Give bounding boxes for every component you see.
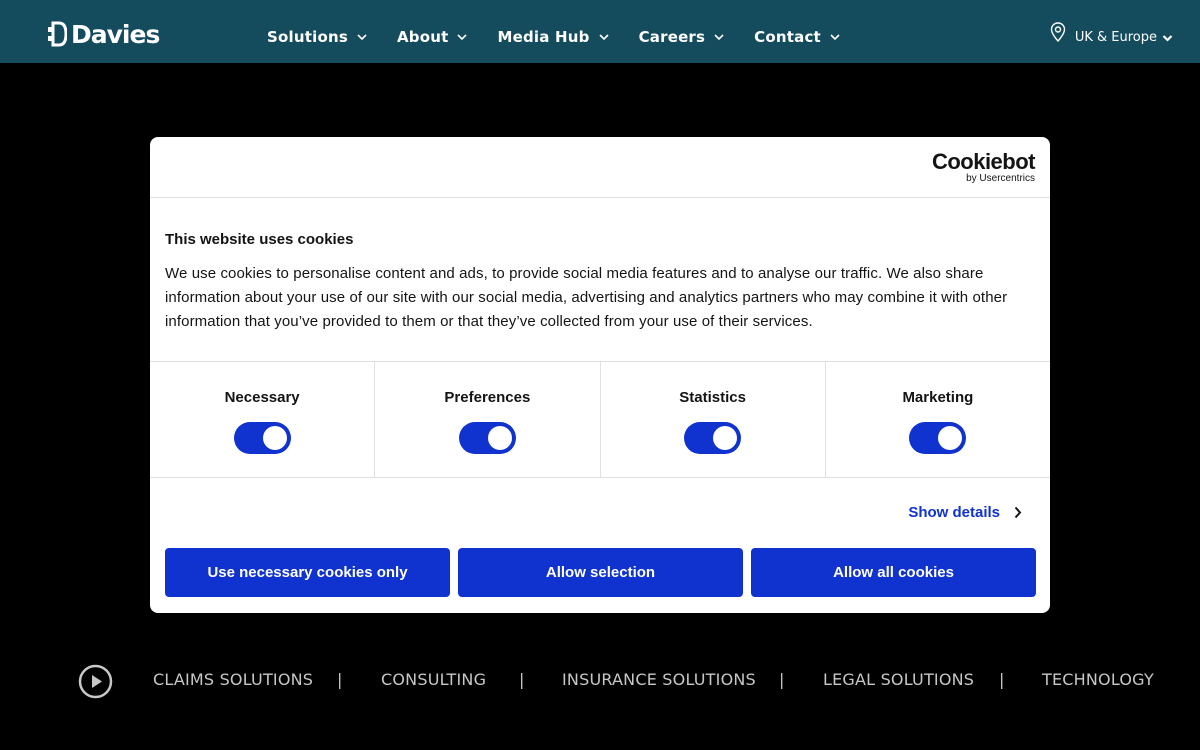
show-details-link[interactable]: Show details [908,504,1022,521]
solutions-strip: CLAIMS SOLUTIONS | CONSULTING | INSURANC… [0,660,1200,704]
switch-knob [713,426,738,450]
dialog-title: This website uses cookies [165,231,354,248]
toggle-label: Statistics [679,389,746,406]
necessary-switch[interactable] [233,422,291,454]
nav-label: Solutions [267,27,348,46]
show-details-label: Show details [908,504,1000,521]
switch-knob [487,426,512,450]
region-label: UK & Europe [1074,30,1157,45]
cookie-consent-dialog: Cookiebot by Usercentrics This website u… [150,137,1050,613]
dialog-buttons: Use necessary cookies only Allow selecti… [165,548,1036,597]
toggle-statistics: Statistics [601,362,826,477]
main-nav: Solutions About Media Hub Careers Contac… [267,0,870,63]
allow-all-button[interactable]: Allow all cookies [751,548,1036,597]
chevron-down-icon [598,33,609,40]
strip-separator: | [519,670,525,689]
logo-text: Davies [71,19,160,49]
nav-label: Media Hub [497,27,590,46]
strip-technology[interactable]: TECHNOLOGY [1042,670,1154,689]
dialog-header: Cookiebot by Usercentrics [150,137,1050,198]
dialog-text: We use cookies to personalise content an… [165,265,1008,330]
allow-selection-button[interactable]: Allow selection [458,548,743,597]
consent-toggles: Necessary Preferences Statistics Marketi… [150,362,1050,478]
strip-consulting[interactable]: CONSULTING [381,670,486,689]
strip-legal-solutions[interactable]: LEGAL SOLUTIONS [823,670,974,689]
nav-media-hub[interactable]: Media Hub [497,18,609,46]
location-pin-icon [1050,21,1066,42]
strip-insurance-solutions[interactable]: INSURANCE SOLUTIONS [562,670,756,689]
chevron-down-icon [830,33,840,40]
chevron-down-icon [457,33,468,40]
nav-label: Contact [754,27,821,46]
statistics-switch[interactable] [684,422,742,454]
cookiebot-logo[interactable]: Cookiebot by Usercentrics [931,149,1036,184]
toggle-necessary: Necessary [150,362,376,477]
preferences-switch[interactable] [458,422,516,454]
nav-careers[interactable]: Careers [639,18,725,46]
necessary-only-button[interactable]: Use necessary cookies only [165,548,450,597]
toggle-label: Marketing [902,389,974,406]
toggle-label: Necessary [224,389,300,406]
nav-about[interactable]: About [397,18,468,46]
site-header: Davies Solutions About Media Hub Careers… [0,0,1200,63]
nav-contact[interactable]: Contact [754,18,840,46]
details-row: Show details [150,478,1050,547]
nav-solutions[interactable]: Solutions [267,18,367,46]
davies-logo-icon [48,21,67,47]
strip-separator: | [337,670,343,689]
chevron-down-icon [714,33,724,40]
nav-label: Careers [638,27,706,46]
play-icon[interactable] [78,664,113,699]
dialog-body: This website uses cookies We use cookies… [150,198,1050,362]
toggle-preferences: Preferences [375,362,601,477]
switch-knob [262,426,287,450]
strip-separator: | [779,670,785,689]
strip-claims-solutions[interactable]: CLAIMS SOLUTIONS [153,670,313,689]
toggle-marketing: Marketing [826,362,1050,477]
switch-knob [938,426,963,450]
chevron-down-icon [1162,34,1173,42]
davies-logo[interactable]: Davies [47,19,160,49]
chevron-right-icon [1014,506,1022,519]
marketing-switch[interactable] [909,422,967,454]
toggle-label: Preferences [444,389,531,406]
cookiebot-brand: Cookiebot [931,149,1036,174]
chevron-down-icon [357,33,367,40]
strip-separator: | [999,670,1005,689]
cookiebot-sub: by Usercentrics [966,173,1035,184]
region-selector[interactable]: UK & Europe [1050,0,1173,63]
nav-label: About [396,27,449,46]
